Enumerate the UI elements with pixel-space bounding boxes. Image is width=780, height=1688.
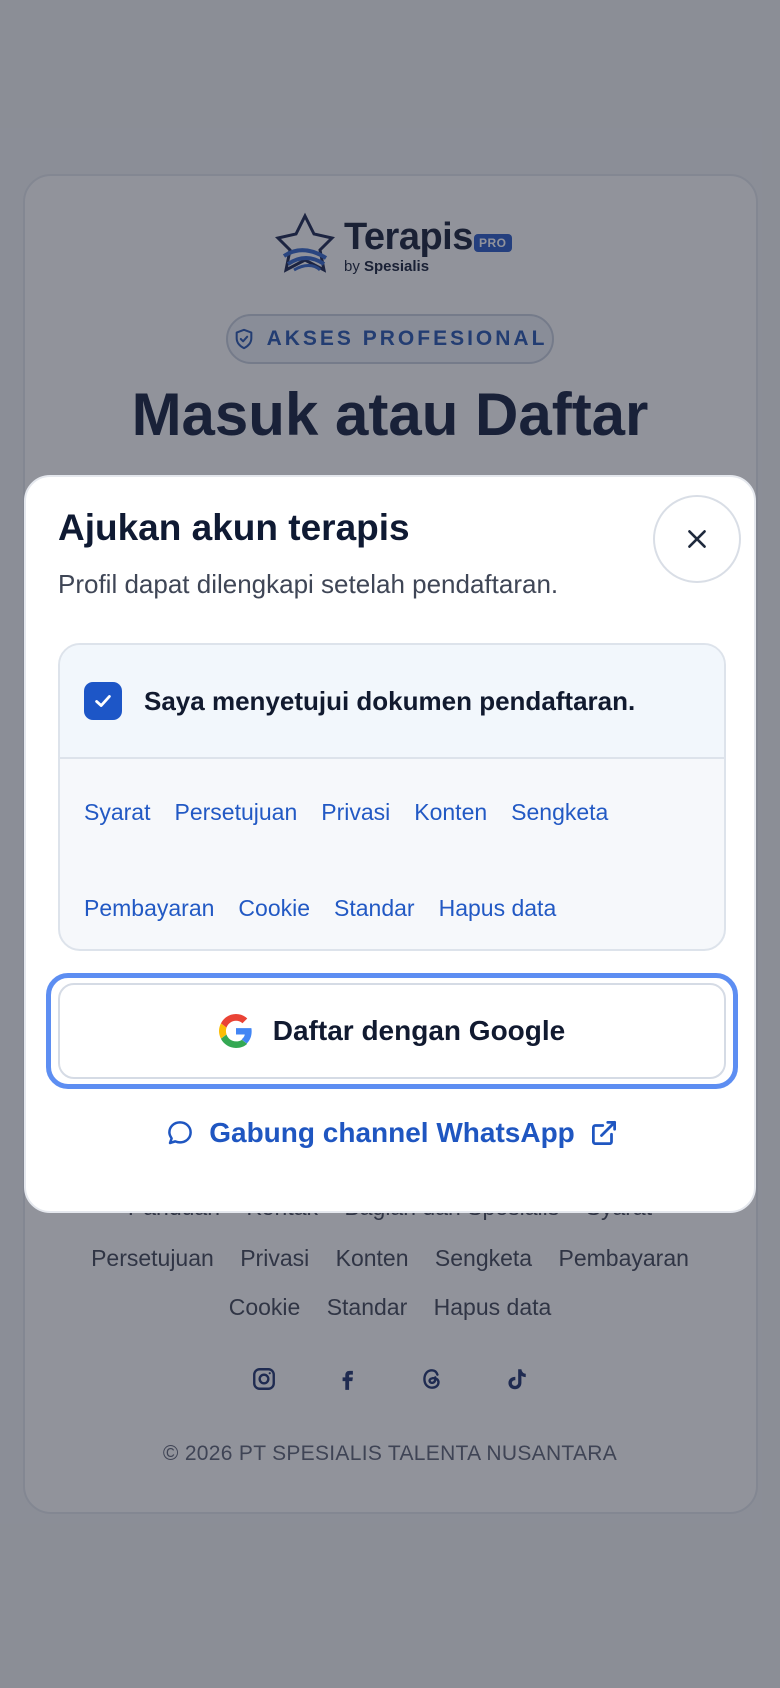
doc-link-syarat[interactable]: Syarat	[84, 799, 150, 826]
doc-link-persetujuan[interactable]: Persetujuan	[174, 799, 297, 826]
consent-checkbox[interactable]	[84, 682, 122, 720]
modal-title: Ajukan akun terapis	[58, 507, 410, 548]
doc-link-standar[interactable]: Standar	[334, 895, 415, 922]
document-links-row-2: Pembayaran Cookie Standar Hapus data	[84, 895, 714, 922]
modal-subtitle: Profil dapat dilengkapi setelah pendafta…	[58, 569, 559, 599]
whatsapp-channel-link[interactable]: Gabung channel WhatsApp	[26, 1111, 758, 1155]
google-icon	[218, 1014, 252, 1048]
google-signup-button[interactable]: Daftar dengan Google	[58, 983, 726, 1079]
doc-link-sengketa[interactable]: Sengketa	[511, 799, 608, 826]
therapist-signup-modal: Ajukan akun terapis Profil dapat dilengk…	[24, 475, 756, 1213]
chat-bubble-icon	[168, 1121, 193, 1145]
consent-row[interactable]: Saya menyetujui dokumen pendaftaran.	[60, 645, 724, 759]
doc-link-privasi[interactable]: Privasi	[321, 799, 390, 826]
close-button[interactable]	[653, 495, 741, 583]
documents-panel: Saya menyetujui dokumen pendaftaran. Sya…	[58, 643, 726, 951]
doc-link-cookie[interactable]: Cookie	[238, 895, 310, 922]
document-links-row-1: Syarat Persetujuan Privasi Konten Sengke…	[84, 799, 714, 826]
consent-label: Saya menyetujui dokumen pendaftaran.	[144, 685, 636, 716]
google-button-label: Daftar dengan Google	[272, 1015, 566, 1046]
close-icon	[688, 530, 706, 548]
doc-link-pembayaran[interactable]: Pembayaran	[84, 895, 214, 922]
doc-link-hapus-data[interactable]: Hapus data	[439, 895, 557, 922]
doc-link-konten[interactable]: Konten	[414, 799, 487, 826]
external-link-icon	[591, 1121, 616, 1145]
whatsapp-link-label: Gabung channel WhatsApp	[209, 1117, 575, 1148]
check-icon	[95, 695, 111, 707]
